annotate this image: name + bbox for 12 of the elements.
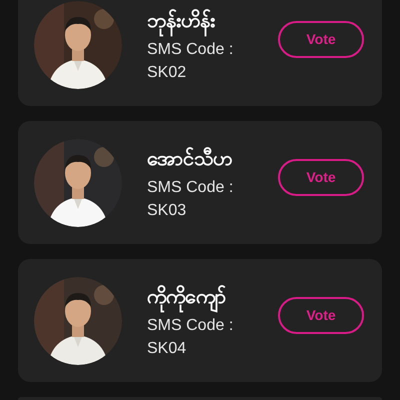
candidate-name: ဘုန်းဟိန်း xyxy=(147,6,278,36)
sms-code-label: SMS Code : xyxy=(147,316,234,336)
sms-code: SK04 xyxy=(147,338,188,358)
vote-button[interactable]: Vote xyxy=(278,297,364,334)
sms-code: SK03 xyxy=(147,200,188,220)
candidate-name: ကိုကိုကျော် xyxy=(147,282,278,312)
sms-code-label: SMS Code : xyxy=(147,40,234,60)
sms-code: SK02 xyxy=(147,62,188,82)
vote-button[interactable]: Vote xyxy=(278,21,364,58)
sms-code-label: SMS Code : xyxy=(147,178,234,198)
vote-button[interactable]: Vote xyxy=(278,159,364,196)
candidate-name: အောင်သီဟ xyxy=(147,146,233,172)
